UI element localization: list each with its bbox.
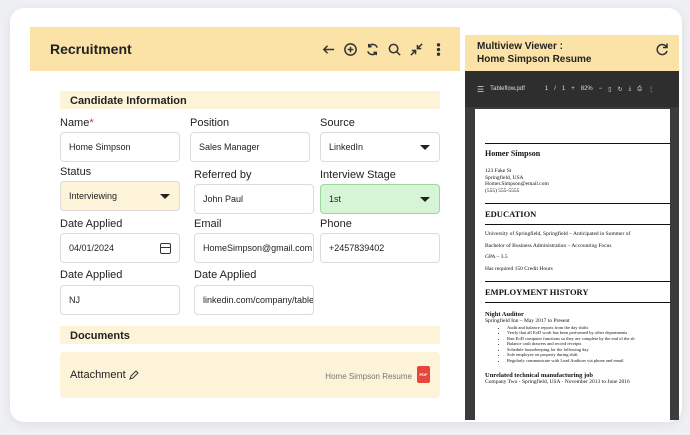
- add-circle-icon[interactable]: [342, 41, 358, 57]
- date-applied-label-3: Date Applied: [194, 269, 257, 281]
- edit-pencil-icon[interactable]: [129, 370, 139, 380]
- download-icon[interactable]: ⤓: [629, 86, 632, 93]
- interview-stage-label: Interview Stage: [320, 169, 396, 181]
- date-applied-label-2: Date Applied: [60, 269, 123, 281]
- required-mark: *: [89, 117, 94, 129]
- resume-phone: (555) 555-5555: [485, 187, 520, 194]
- job-1-bullets: Audit and balance reports from the day s…: [485, 325, 670, 364]
- job-1-title: Night Auditor: [485, 311, 524, 318]
- menu-icon[interactable]: ☰: [477, 85, 484, 94]
- recruitment-header: Recruitment: [30, 27, 460, 71]
- attachment-filename[interactable]: Home Simpson Resume: [325, 372, 412, 381]
- job-2-title: Unrelated technical manufacturing job: [485, 371, 594, 379]
- interview-stage-select[interactable]: 1st: [320, 184, 440, 214]
- fit-page-icon[interactable]: ▯: [608, 86, 611, 93]
- page-current[interactable]: 1: [545, 86, 548, 92]
- date-applied-label: Date Applied: [60, 218, 123, 230]
- education-line-4: Has required 150 Credit Hours: [485, 265, 553, 272]
- position-field[interactable]: Sales Manager: [190, 132, 310, 162]
- source-value: LinkedIn: [329, 142, 364, 152]
- resume-name: Homer Simpson: [485, 149, 541, 158]
- email-label: Email: [194, 218, 222, 230]
- list-item: Regularly communicate with Lead Auditors…: [507, 358, 670, 364]
- chevron-down-icon: [420, 145, 430, 150]
- date-applied-field-3[interactable]: linkedin.com/company/tableflow: [194, 285, 314, 315]
- more-options-icon[interactable]: [430, 41, 446, 57]
- section-documents: Documents: [60, 326, 440, 344]
- employment-heading: EMPLOYMENT HISTORY: [485, 287, 589, 297]
- date-applied-field-2[interactable]: NJ: [60, 285, 180, 315]
- source-label: Source: [320, 117, 355, 129]
- more-options-icon[interactable]: ⋮: [648, 86, 654, 93]
- name-field[interactable]: Home Simpson: [60, 132, 180, 162]
- viewer-subtitle: Home Simpson Resume: [477, 54, 592, 65]
- referred-by-field[interactable]: John Paul: [194, 184, 314, 214]
- chevron-down-icon: [420, 197, 430, 202]
- education-line-2: Bachelor of Business Administration – Ac…: [485, 242, 612, 249]
- job-2-place: Company Two - Springfield, USA - Novembe…: [485, 378, 630, 385]
- status-value: Interviewing: [69, 191, 118, 201]
- stage-value: 1st: [329, 194, 342, 204]
- page-title: Recruitment: [50, 41, 132, 57]
- name-label: Name*: [60, 117, 94, 129]
- refresh-icon[interactable]: [655, 42, 669, 56]
- pdf-page: Homer Simpson 123 Fake St Springfield, U…: [475, 109, 670, 420]
- status-select[interactable]: Interviewing: [60, 181, 180, 211]
- pdf-toolbar: ☰ Tableflow.pdf 1 / 1 + 82% − ▯ ↻ ⤓ ⎙ ⋮: [465, 71, 679, 107]
- page-sep: /: [554, 86, 556, 92]
- phone-label: Phone: [320, 218, 352, 230]
- rotate-icon[interactable]: ↻: [618, 86, 623, 93]
- date-applied-field[interactable]: 04/01/2024: [60, 233, 180, 263]
- multiview-header: Multiview Viewer : Home Simpson Resume: [465, 35, 679, 71]
- source-select[interactable]: LinkedIn: [320, 132, 440, 162]
- email-field[interactable]: HomeSimpson@gmail.com: [194, 233, 314, 263]
- referred-by-label: Referred by: [194, 169, 252, 181]
- position-label: Position: [190, 117, 230, 129]
- education-line-1: University of Springfield, Springfield –…: [485, 231, 631, 237]
- chevron-down-icon: [160, 194, 170, 199]
- attachment-label: Attachment: [70, 369, 126, 381]
- zoom-in-icon[interactable]: +: [571, 86, 575, 92]
- education-heading: EDUCATION: [485, 209, 537, 219]
- phone-field[interactable]: +2457839402: [320, 233, 440, 263]
- search-icon[interactable]: [386, 41, 402, 57]
- calendar-icon[interactable]: [160, 243, 171, 254]
- pdf-filename: Tableflow.pdf: [490, 86, 525, 92]
- header-toolbar: [320, 27, 446, 71]
- status-label: Status: [60, 166, 92, 178]
- date-applied-value: 04/01/2024: [69, 243, 115, 253]
- zoom-out-icon[interactable]: −: [599, 86, 603, 92]
- back-arrow-icon[interactable]: [320, 41, 336, 57]
- attachment-row: Attachment Home Simpson Resume PDF: [60, 352, 440, 398]
- education-line-3: GPA – 3.5: [485, 254, 508, 260]
- pdf-viewer: ☰ Tableflow.pdf 1 / 1 + 82% − ▯ ↻ ⤓ ⎙ ⋮ …: [465, 71, 679, 420]
- pdf-file-icon[interactable]: PDF: [417, 366, 430, 383]
- refresh-icon[interactable]: [364, 41, 380, 57]
- print-icon[interactable]: ⎙: [637, 86, 642, 93]
- section-candidate-information: Candidate Information: [60, 91, 440, 109]
- zoom-level: 82%: [580, 86, 593, 92]
- page-total: 1: [561, 86, 566, 92]
- viewer-title: Multiview Viewer :: [477, 41, 563, 52]
- collapse-icon[interactable]: [408, 41, 424, 57]
